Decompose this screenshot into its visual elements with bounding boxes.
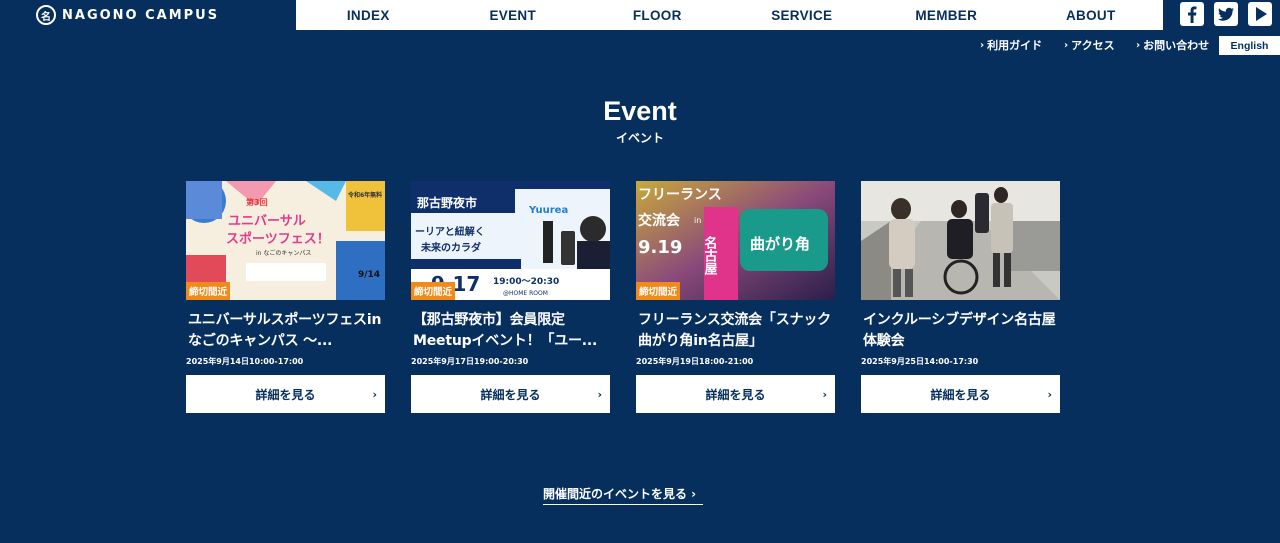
thumb-text: ーリアと紐解く: [415, 225, 485, 238]
chevron-right-icon: ›: [597, 387, 602, 401]
chevron-right-icon: ›: [1047, 387, 1052, 401]
thumb-text: Yuurea: [528, 205, 568, 216]
subnav-access[interactable]: › アクセス: [1064, 37, 1115, 53]
global-nav: INDEX EVENT FLOOR SERVICE MEMBER ABOUT: [296, 0, 1163, 30]
details-button[interactable]: 詳細を見る ›: [411, 375, 610, 413]
thumb-text: in なごのキャンパス: [256, 249, 311, 257]
event-thumbnail[interactable]: 那古野夜市 Yuurea ーリアと紐解く 未来のカラダ 9.17 19:00〜2…: [411, 181, 610, 300]
thumb-text: 9.19: [638, 237, 682, 258]
deadline-badge: 締切間近: [186, 282, 231, 300]
event-card[interactable]: 那古野夜市 Yuurea ーリアと紐解く 未来のカラダ 9.17 19:00〜2…: [411, 181, 610, 413]
event-thumbnail[interactable]: 第3回 ユニバーサル スポーツフェス！ in なごのキャンパス 令和6年無料 9…: [186, 181, 385, 300]
thumb-text: 19:00〜20:30: [493, 277, 559, 287]
thumb-text: in: [694, 216, 701, 225]
nav-index[interactable]: INDEX: [296, 0, 441, 30]
event-card[interactable]: フリーランス 交流会 9.19 in 名古屋 曲がり角 締切間近 フリーランス交…: [636, 181, 835, 413]
details-button[interactable]: 詳細を見る ›: [186, 375, 385, 413]
event-thumbnail[interactable]: フリーランス 交流会 9.19 in 名古屋 曲がり角 締切間近: [636, 181, 835, 300]
nav-service[interactable]: SERVICE: [730, 0, 875, 30]
deadline-badge: 締切間近: [411, 282, 456, 300]
logo-text: NAGONO CAMPUS: [62, 7, 220, 23]
subnav-access-label: アクセス: [1071, 39, 1115, 52]
upcoming-events-link[interactable]: 開催間近のイベントを見る ›: [543, 485, 703, 505]
logo-mark-icon: 名: [36, 5, 56, 25]
nav-floor[interactable]: FLOOR: [585, 0, 730, 30]
details-button-label: 詳細を見る: [705, 387, 766, 402]
chevron-right-icon: ›: [822, 387, 827, 401]
chevron-right-icon: ›: [372, 387, 377, 401]
event-card[interactable]: インクルーシブデザイン名古屋体験会 2025年9月25日14:00-17:30 …: [861, 181, 1060, 413]
details-button-label: 詳細を見る: [930, 387, 991, 402]
chevron-right-icon: ›: [1064, 39, 1069, 51]
details-button-label: 詳細を見る: [480, 387, 541, 402]
thumb-text: 那古野夜市: [417, 195, 477, 210]
facebook-icon[interactable]: [1180, 2, 1204, 26]
event-title[interactable]: インクルーシブデザイン名古屋体験会: [863, 310, 1061, 352]
thumb-text: 令和6年無料: [347, 191, 382, 199]
youtube-icon[interactable]: [1248, 2, 1272, 26]
details-button[interactable]: 詳細を見る ›: [861, 375, 1060, 413]
thumb-text: 第3回: [246, 197, 268, 207]
details-button[interactable]: 詳細を見る ›: [636, 375, 835, 413]
nav-event[interactable]: EVENT: [441, 0, 586, 30]
event-card[interactable]: 第3回 ユニバーサル スポーツフェス！ in なごのキャンパス 令和6年無料 9…: [186, 181, 385, 413]
event-thumbnail[interactable]: [861, 181, 1060, 300]
nav-member[interactable]: MEMBER: [874, 0, 1019, 30]
nav-about[interactable]: ABOUT: [1019, 0, 1164, 30]
language-english-button[interactable]: English: [1219, 36, 1280, 55]
deadline-badge: 締切間近: [636, 282, 681, 300]
twitter-icon[interactable]: [1214, 2, 1238, 26]
event-date: 2025年9月25日14:00-17:30: [861, 357, 979, 366]
thumb-text: 9/14: [358, 270, 380, 280]
event-title[interactable]: フリーランス交流会「スナック曲がり角in名古屋」: [638, 310, 836, 352]
thumb-text: スポーツフェス！: [226, 231, 330, 247]
thumb-text: 名古屋: [702, 235, 718, 276]
subnav-contact-label: お問い合わせ: [1143, 39, 1210, 52]
thumb-text: ユニバーサル: [228, 214, 306, 229]
subnav-contact[interactable]: › お問い合わせ: [1136, 37, 1209, 53]
subnav-guide[interactable]: › 利用ガイド: [980, 37, 1042, 53]
subnav-guide-label: 利用ガイド: [987, 39, 1043, 52]
event-title[interactable]: 【那古野夜市】会員限定Meetupイベント！「ユー...: [413, 310, 611, 352]
chevron-right-icon: ›: [980, 39, 985, 51]
details-button-label: 詳細を見る: [255, 387, 316, 402]
thumb-text: @HOME ROOM: [503, 290, 548, 297]
section-title: Event: [603, 96, 677, 126]
thumb-text: フリーランス: [638, 187, 722, 203]
site-logo[interactable]: 名 NAGONO CAMPUS: [36, 4, 219, 26]
thumb-text: 交流会: [638, 212, 681, 229]
event-date: 2025年9月14日10:00-17:00: [186, 357, 304, 366]
thumb-text: 曲がり角: [750, 235, 810, 253]
chevron-right-icon: ›: [1136, 39, 1141, 51]
event-date: 2025年9月19日18:00-21:00: [636, 357, 754, 366]
section-subtitle: イベント: [615, 131, 664, 145]
event-date: 2025年9月17日19:00-20:30: [411, 357, 529, 366]
event-title[interactable]: ユニバーサルスポーツフェスinなごのキャンパス ～...: [188, 310, 386, 352]
thumb-text: 未来のカラダ: [420, 241, 481, 254]
